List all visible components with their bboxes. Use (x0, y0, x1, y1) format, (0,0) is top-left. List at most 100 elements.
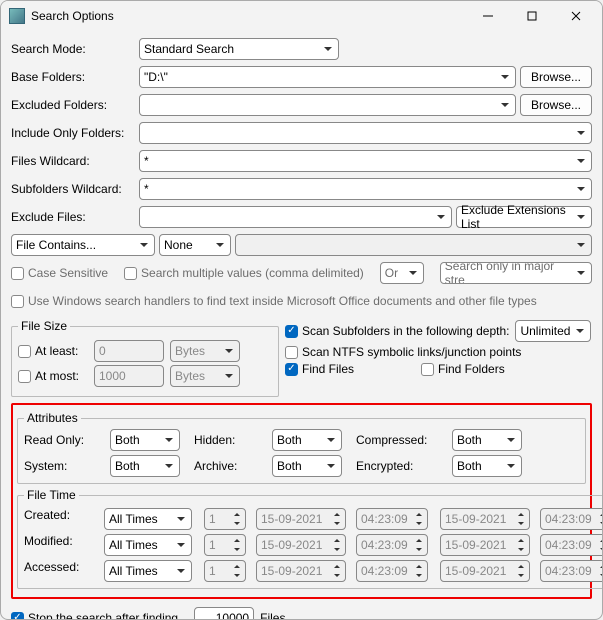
titlebar: Search Options (1, 1, 602, 31)
window-buttons (466, 2, 598, 30)
case-sensitive-checkbox[interactable] (11, 267, 24, 280)
search-mode-combo[interactable]: Standard Search (139, 38, 339, 60)
modified-to-date[interactable]: 15-09-2021 (440, 534, 530, 556)
archive-label: Archive: (194, 459, 266, 473)
accessed-range-combo[interactable]: All Times (104, 560, 192, 582)
encrypted-combo[interactable]: Both (452, 455, 522, 477)
file-contains-value-combo[interactable] (235, 234, 592, 256)
scan-depth-combo[interactable]: Unlimited (515, 320, 591, 342)
base-folders-value: "D:\" (144, 70, 168, 84)
base-folders-combo[interactable]: "D:\" (139, 66, 516, 88)
at-most-input[interactable]: 1000 (94, 365, 164, 387)
created-num-input[interactable]: 1 (204, 508, 246, 530)
scan-ntfs-checkbox[interactable] (285, 346, 298, 359)
at-least-checkbox[interactable] (18, 345, 31, 358)
subfolders-wildcard-label: Subfolders Wildcard: (11, 182, 135, 196)
search-multiple-checkbox[interactable] (124, 267, 137, 280)
highlighted-region: Attributes Read Only: Both Hidden: Both … (11, 403, 592, 599)
compressed-label: Compressed: (356, 433, 446, 447)
file-time-legend: File Time (24, 488, 79, 502)
accessed-from-date[interactable]: 15-09-2021 (256, 560, 346, 582)
case-sensitive-option[interactable]: Case Sensitive (11, 266, 108, 280)
at-least-unit-combo[interactable]: Bytes (170, 340, 240, 362)
exclude-extensions-list-combo[interactable]: Exclude Extensions List (456, 206, 592, 228)
encrypted-label: Encrypted: (356, 459, 446, 473)
file-contains-combo[interactable]: File Contains... (11, 234, 155, 256)
system-label: System: (24, 459, 104, 473)
base-folders-label: Base Folders: (11, 70, 135, 84)
read-only-combo[interactable]: Both (110, 429, 180, 451)
compressed-combo[interactable]: Both (452, 429, 522, 451)
at-least-option[interactable]: At least: (18, 344, 88, 358)
system-combo[interactable]: Both (110, 455, 180, 477)
created-label: Created: (24, 508, 100, 530)
find-folders-checkbox[interactable] (421, 363, 434, 376)
excluded-folders-combo[interactable] (139, 94, 516, 116)
windows-handlers-checkbox[interactable] (11, 295, 24, 308)
search-mode-label: Search Mode: (11, 42, 135, 56)
archive-combo[interactable]: Both (272, 455, 342, 477)
accessed-num-input[interactable]: 1 (204, 560, 246, 582)
subfolders-wildcard-combo[interactable]: * (139, 178, 592, 200)
read-only-label: Read Only: (24, 433, 104, 447)
stop-after-option[interactable]: Stop the search after finding... (11, 611, 188, 620)
modified-num-input[interactable]: 1 (204, 534, 246, 556)
at-most-unit-combo[interactable]: Bytes (170, 365, 240, 387)
excluded-folders-browse-button[interactable]: Browse... (520, 94, 592, 116)
attributes-group: Attributes Read Only: Both Hidden: Both … (17, 411, 586, 484)
base-folders-browse-button[interactable]: Browse... (520, 66, 592, 88)
stop-after-checkbox[interactable] (11, 612, 24, 620)
minimize-button[interactable] (466, 2, 510, 30)
maximize-button[interactable] (510, 2, 554, 30)
subfolders-wildcard-value: * (144, 182, 149, 196)
scan-subfolders-option[interactable]: Scan Subfolders in the following depth: (285, 324, 509, 338)
accessed-to-time[interactable]: 04:23:09 (540, 560, 603, 582)
created-from-date[interactable]: 15-09-2021 (256, 508, 346, 530)
modified-to-time[interactable]: 04:23:09 (540, 534, 603, 556)
search-mode-value: Standard Search (144, 42, 234, 56)
hidden-label: Hidden: (194, 433, 266, 447)
search-multiple-option[interactable]: Search multiple values (comma delimited) (124, 266, 364, 280)
accessed-label: Accessed: (24, 560, 100, 582)
at-most-option[interactable]: At most: (18, 369, 88, 383)
file-size-legend: File Size (18, 319, 70, 333)
at-most-checkbox[interactable] (18, 370, 31, 383)
dialog-content: Search Mode: Standard Search Base Folder… (1, 31, 602, 620)
created-to-date[interactable]: 15-09-2021 (440, 508, 530, 530)
files-label: Files (260, 611, 285, 620)
scan-ntfs-option[interactable]: Scan NTFS symbolic links/junction points (285, 345, 521, 359)
modified-label: Modified: (24, 534, 100, 556)
created-from-time[interactable]: 04:23:09 (356, 508, 428, 530)
find-folders-option[interactable]: Find Folders (421, 362, 505, 376)
scan-subfolders-checkbox[interactable] (285, 325, 298, 338)
windows-handlers-option[interactable]: Use Windows search handlers to find text… (11, 294, 537, 308)
accessed-from-time[interactable]: 04:23:09 (356, 560, 428, 582)
stop-after-input[interactable]: 10000 (194, 607, 254, 620)
or-combo[interactable]: Or (380, 262, 424, 284)
include-only-label: Include Only Folders: (11, 126, 135, 140)
hidden-combo[interactable]: Both (272, 429, 342, 451)
major-streams-combo[interactable]: Search only in major stre (440, 262, 592, 284)
excluded-folders-label: Excluded Folders: (11, 98, 135, 112)
close-button[interactable] (554, 2, 598, 30)
modified-range-combo[interactable]: All Times (104, 534, 192, 556)
modified-from-date[interactable]: 15-09-2021 (256, 534, 346, 556)
attributes-legend: Attributes (24, 411, 81, 425)
exclude-files-combo[interactable] (139, 206, 452, 228)
created-to-time[interactable]: 04:23:09 (540, 508, 603, 530)
file-time-group: File Time Created: All Times 1 15-09-202… (17, 488, 603, 589)
file-contains-mode-combo[interactable]: None (159, 234, 231, 256)
window-title: Search Options (31, 9, 466, 23)
files-wildcard-label: Files Wildcard: (11, 154, 135, 168)
modified-from-time[interactable]: 04:23:09 (356, 534, 428, 556)
search-options-window: Search Options Search Mode: Standard Sea… (0, 0, 603, 620)
files-wildcard-combo[interactable]: * (139, 150, 592, 172)
files-wildcard-value: * (144, 154, 149, 168)
created-range-combo[interactable]: All Times (104, 508, 192, 530)
include-only-combo[interactable] (139, 122, 592, 144)
file-size-group: File Size At least: 0 Bytes At most: 100… (11, 319, 279, 397)
find-files-option[interactable]: Find Files (285, 362, 415, 376)
accessed-to-date[interactable]: 15-09-2021 (440, 560, 530, 582)
find-files-checkbox[interactable] (285, 363, 298, 376)
at-least-input[interactable]: 0 (94, 340, 164, 362)
